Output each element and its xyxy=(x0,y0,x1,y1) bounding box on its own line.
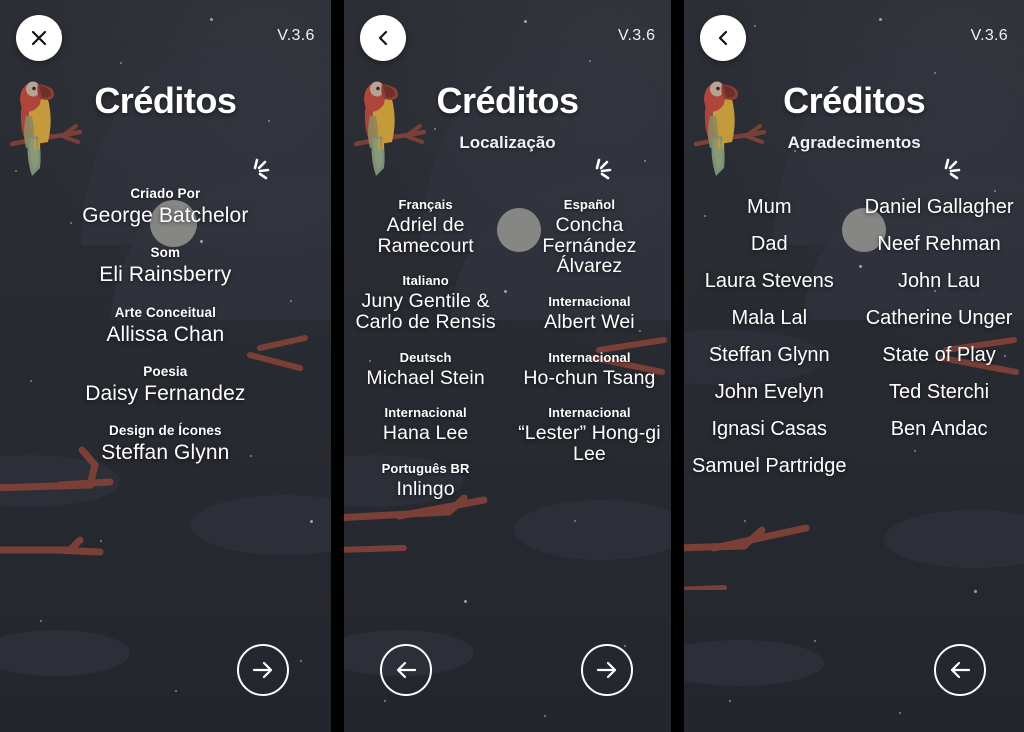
credit-entry: Criado Por George Batchelor xyxy=(0,186,331,227)
next-arrow-icon xyxy=(597,661,617,679)
credit-entry: Português BR Inlingo xyxy=(344,461,508,500)
credit-role: Português BR xyxy=(381,460,470,476)
version-label: V.3.6 xyxy=(277,27,315,44)
next-arrow-icon xyxy=(252,661,272,679)
thanks-name: Catherine Unger xyxy=(865,307,1013,329)
thanks-name: Ben Andac xyxy=(890,418,988,440)
close-icon xyxy=(31,30,47,46)
thanks-left-column: Mum Dad Laura Stevens Mala Lal Steffan Glynn… xyxy=(684,180,854,476)
credit-role: Som xyxy=(150,245,181,261)
credit-entry: Internacional “Lester” Hong-gi Lee xyxy=(508,405,672,464)
credit-entry: Design de Ícones Steffan Glynn xyxy=(0,423,331,464)
credit-name: Michael Stein xyxy=(366,366,485,389)
credit-role: Español xyxy=(563,197,616,212)
credit-role: Criado Por xyxy=(130,186,201,201)
credit-entry: Som Eli Rainsberry xyxy=(0,245,331,286)
thanks-name: Laura Stevens xyxy=(704,270,834,292)
credit-role: Poesia xyxy=(143,363,188,379)
thanks-name: Mum xyxy=(747,196,792,218)
thanks-right-column: Daniel Gallagher Neef Rehman John Lau Cathe… xyxy=(854,180,1024,476)
thanks-name: Samuel Partridge xyxy=(691,455,847,477)
credit-entry: Internacional Hana Lee xyxy=(344,405,508,444)
thanks-name: John Lau xyxy=(897,270,981,292)
credit-name: Ho-chun Tsang xyxy=(523,366,656,389)
next-button[interactable] xyxy=(236,644,289,696)
credit-name: Juny Gentile & Carlo de Rensis xyxy=(355,290,496,333)
localization-right-column: Español Concha Fernández Álvarez Internaci… xyxy=(508,180,672,500)
credit-name: Daisy Fernandez xyxy=(85,381,246,405)
credit-name: George Batchelor xyxy=(82,204,249,227)
thanks-name: Dad xyxy=(750,233,788,255)
page-subtitle: Localização xyxy=(459,133,556,152)
credit-name: Adriel de Ramecourt xyxy=(377,214,474,257)
credits-screens-container: V.3.6 Créditos Criado Por George Batchelo… xyxy=(0,0,1024,732)
credit-role: Italiano xyxy=(402,273,449,289)
page-title-wrap: Créditos xyxy=(344,80,672,180)
close-button[interactable] xyxy=(16,15,62,61)
thanks-name: Mala Lal xyxy=(731,307,808,329)
localization-columns: Français Adriel de Ramecourt Italiano Juny … xyxy=(344,180,672,500)
credit-entry: Internacional Ho-chun Tsang xyxy=(508,350,672,389)
version-label: V.3.6 xyxy=(617,27,656,44)
thanks-name: John Evelyn xyxy=(714,381,824,403)
credit-name: “Lester” Hong-gi Lee xyxy=(518,422,661,465)
credit-role: Internacional xyxy=(548,293,631,309)
thanks-name: State of Play xyxy=(882,344,996,366)
prev-button[interactable] xyxy=(379,644,432,696)
prev-arrow-icon xyxy=(950,661,971,679)
credit-entry: Français Adriel de Ramecourt xyxy=(344,197,508,256)
credit-role: Internacional xyxy=(548,349,631,365)
next-button[interactable] xyxy=(581,644,634,696)
thanks-name: Daniel Gallagher xyxy=(864,196,1014,218)
page-title: Créditos xyxy=(94,80,237,121)
page-title-wrap: Créditos xyxy=(0,80,331,180)
credit-role: Internacional xyxy=(548,405,631,421)
credit-name: Eli Rainsberry xyxy=(99,263,232,287)
thanks-name: Ted Sterchi xyxy=(889,381,990,403)
thanks-columns: Mum Dad Laura Stevens Mala Lal Steffan Glynn… xyxy=(684,180,1024,476)
credit-entry: Internacional Albert Wei xyxy=(508,294,672,333)
panel-divider xyxy=(671,0,685,732)
panel-credits-thanks: V.3.6 Créditos Agradecimentos Mum Dad Laur… xyxy=(684,0,1024,732)
credit-name: Inlingo xyxy=(396,477,455,500)
panel-credits-main: V.3.6 Créditos Criado Por George Batchelo… xyxy=(0,0,331,732)
credit-name: Albert Wei xyxy=(544,310,635,333)
credit-entry: Poesia Daisy Fernandez xyxy=(0,364,331,405)
panel-credits-localization: V.3.6 Créditos Localização Français Adrie… xyxy=(343,0,672,732)
credit-role: Internacional xyxy=(384,405,467,421)
page-title-wrap: Créditos xyxy=(684,80,1024,180)
credit-role: Arte Conceitual xyxy=(114,304,216,320)
thanks-name: Neef Rehman xyxy=(877,233,1001,255)
credit-entry: Deutsch Michael Stein xyxy=(344,350,508,389)
page-title: Créditos xyxy=(436,80,579,121)
page-title: Créditos xyxy=(783,80,926,121)
credit-role: Design de Ícones xyxy=(109,423,222,438)
credit-name: Concha Fernández Álvarez xyxy=(542,214,637,278)
credit-role: Français xyxy=(398,197,453,212)
version-label: V.3.6 xyxy=(970,27,1008,44)
back-button[interactable] xyxy=(359,15,406,61)
thanks-name: Ignasi Casas xyxy=(711,418,828,440)
credit-name: Hana Lee xyxy=(382,422,469,445)
back-chevron-icon xyxy=(378,30,387,46)
page-subtitle: Agradecimentos xyxy=(787,133,921,152)
credit-entry: Arte Conceitual Allissa Chan xyxy=(0,305,331,346)
thanks-name: Steffan Glynn xyxy=(708,344,830,366)
back-chevron-icon xyxy=(719,30,728,46)
credit-name: Steffan Glynn xyxy=(101,441,230,464)
panel-divider xyxy=(330,0,344,732)
credit-entry: Español Concha Fernández Álvarez xyxy=(508,197,672,277)
credit-role: Deutsch xyxy=(399,349,452,365)
localization-left-column: Français Adriel de Ramecourt Italiano Juny … xyxy=(344,180,508,500)
credits-list: Criado Por George Batchelor Som Eli Rainsbe… xyxy=(0,168,331,464)
prev-button[interactable] xyxy=(934,644,986,696)
prev-arrow-icon xyxy=(396,661,416,679)
credit-entry: Italiano Juny Gentile & Carlo de Rensis xyxy=(344,273,508,332)
credit-name: Allissa Chan xyxy=(106,322,225,346)
